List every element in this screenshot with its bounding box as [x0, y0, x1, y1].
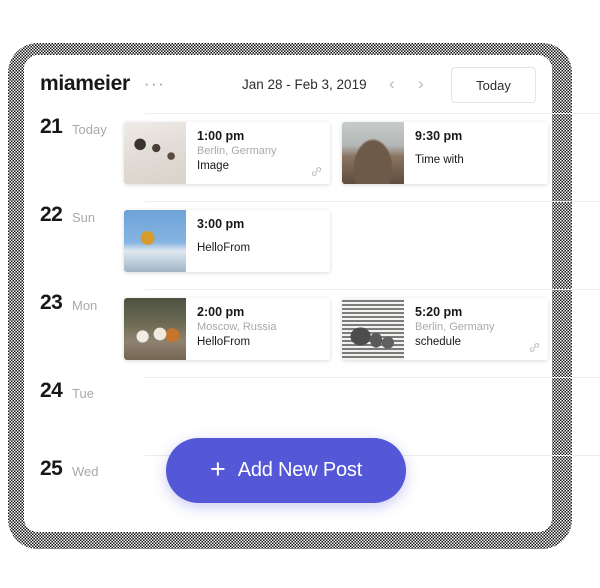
event-title: Image	[197, 160, 229, 172]
event-title: Time with	[415, 154, 464, 166]
event-details: 5:20 pm Berlin, Germany schedule	[404, 298, 548, 360]
add-new-post-button[interactable]: + Add New Post	[166, 438, 406, 503]
plus-icon: +	[209, 454, 226, 484]
day-row: 23 Mon 2:00 pm Moscow, Russia HelloFrom 5:20 …	[24, 289, 600, 377]
day-row: 22 Sun 3:00 pm HelloFrom	[24, 201, 600, 289]
event-location: Berlin, Germany	[415, 321, 495, 333]
event-thumbnail-women-in-bed	[124, 122, 186, 184]
day-name-label: Tue	[72, 386, 94, 401]
event-time: 2:00 pm	[197, 305, 245, 319]
event-details: 1:00 pm Berlin, Germany Image	[186, 122, 330, 184]
day-number: 23	[40, 291, 63, 314]
event-time: 3:00 pm	[197, 217, 245, 231]
event-location: Moscow, Russia	[197, 321, 277, 333]
event-card[interactable]: 9:30 pm Time with	[342, 122, 548, 184]
event-details: 9:30 pm Time with	[404, 122, 548, 184]
day-events: 1:00 pm Berlin, Germany Image 9:30 pm Time w…	[124, 122, 548, 184]
day-name-label: Wed	[72, 464, 99, 479]
event-card[interactable]: 2:00 pm Moscow, Russia HelloFrom	[124, 298, 330, 360]
today-button-label: Today	[476, 77, 511, 93]
row-divider	[145, 201, 600, 202]
day-name-label: Mon	[72, 298, 98, 313]
day-number: 21	[40, 115, 63, 138]
add-new-post-label: Add New Post	[237, 459, 363, 481]
link-icon[interactable]	[310, 165, 323, 178]
event-time: 1:00 pm	[197, 129, 245, 143]
chevron-left-icon[interactable]: ‹	[389, 74, 395, 94]
event-card[interactable]: 1:00 pm Berlin, Germany Image	[124, 122, 330, 184]
day-name-label: Today	[72, 122, 107, 137]
day-number: 24	[40, 379, 63, 402]
app-header: miameier ··· Jan 28 - Feb 3, 2019 ‹ › To…	[24, 55, 552, 113]
event-details: 3:00 pm HelloFrom	[186, 210, 330, 272]
event-card[interactable]: 5:20 pm Berlin, Germany schedule	[342, 298, 548, 360]
day-number: 25	[40, 457, 63, 480]
more-options-icon[interactable]: ···	[144, 75, 165, 92]
event-title: HelloFrom	[197, 336, 251, 348]
row-divider	[145, 289, 600, 290]
day-name-label: Sun	[72, 210, 96, 225]
event-time: 5:20 pm	[415, 305, 463, 319]
day-number: 22	[40, 203, 63, 226]
row-divider	[145, 113, 600, 114]
event-thumbnail-dogs	[124, 298, 186, 360]
event-time: 9:30 pm	[415, 129, 463, 143]
date-range-label: Jan 28 - Feb 3, 2019	[242, 76, 367, 92]
event-thumbnail-striped-shirts	[342, 298, 404, 360]
event-details: 2:00 pm Moscow, Russia HelloFrom	[186, 298, 330, 360]
link-icon[interactable]	[528, 341, 541, 354]
brand-title: miameier	[40, 72, 130, 95]
day-row: 21 Today 1:00 pm Berlin, Germany Image 9:30 p…	[24, 113, 600, 201]
event-location: Berlin, Germany	[197, 145, 277, 157]
event-thumbnail-person-on-rocks	[342, 122, 404, 184]
chevron-right-icon[interactable]: ›	[418, 74, 424, 94]
day-events: 3:00 pm HelloFrom	[124, 210, 330, 272]
row-divider	[145, 377, 600, 378]
event-thumbnail-diver	[124, 210, 186, 272]
today-button[interactable]: Today	[451, 67, 536, 103]
event-card[interactable]: 3:00 pm HelloFrom	[124, 210, 330, 272]
event-title: schedule	[415, 336, 462, 348]
day-events: 2:00 pm Moscow, Russia HelloFrom 5:20 pm Ber…	[124, 298, 548, 360]
event-title: HelloFrom	[197, 242, 251, 254]
